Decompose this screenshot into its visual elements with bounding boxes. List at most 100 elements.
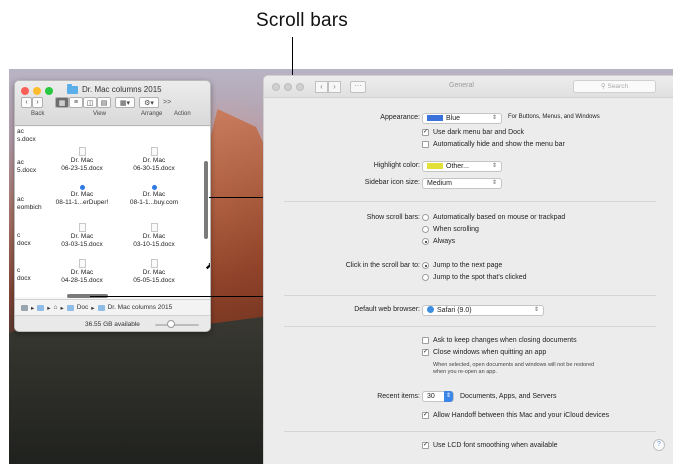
finder-title: Dr. Mac columns 2015 [67,83,162,94]
finder-window[interactable]: Dr. Mac columns 2015 ‹ › ▦ ≡ ◫ ▤ ▦▾ ⚙▾ >… [14,80,211,332]
click-scroll-label: Click in the scroll bar to: [345,262,420,269]
section-divider [284,295,656,296]
browser-value: Safari (9.0) [437,307,472,314]
partial-file[interactable]: ac 5.docx [17,159,36,175]
appearance-popup[interactable]: Blue ⇕ [422,113,502,124]
file-item[interactable]: Dr. Mac 08-1-1...buy.com [119,185,189,206]
default-browser-popup[interactable]: Safari (9.0) ⇕ [422,305,544,316]
appearance-label: Appearance: [380,114,420,121]
path-item-folder[interactable]: Dr. Mac columns 2015 [108,304,173,311]
partial-file[interactable]: ac eombich [17,196,42,212]
scroll-option-automatic: Automatically based on mouse or trackpad [433,214,566,221]
document-icon [78,259,86,268]
file-item[interactable]: Dr. Mac 08-11-1...erDuper! [47,185,117,206]
ask-keep-label: Ask to keep changes when closing documen… [433,337,577,344]
ask-keep-checkbox[interactable] [422,337,429,344]
close-windows-checkbox[interactable]: ✓ [422,349,429,356]
click-option-spot: Jump to the spot that's clicked [433,274,527,281]
lcd-label: Use LCD font smoothing when available [433,442,558,449]
popup-arrows-icon: ⇕ [491,180,497,186]
highlight-popup[interactable]: Other... ⇕ [422,161,502,172]
radio-jump-to-spot[interactable] [422,274,429,281]
scroll-option-when-scrolling: When scrolling [433,226,479,233]
general-preferences-window[interactable]: ‹ › ⋯ General ⚲ Search Appearance: Blue … [263,75,673,464]
minimize-button[interactable] [33,87,41,95]
zoom-button[interactable] [45,87,53,95]
partial-file[interactable]: c docx [17,267,31,283]
lcd-checkbox[interactable]: ✓ [422,442,429,449]
toolbar-label-view: View [93,111,106,117]
folder-icon[interactable] [37,304,45,311]
forward-button[interactable]: › [32,97,43,108]
sidebar-size-popup[interactable]: Medium ⇕ [422,178,502,189]
appearance-swatch [427,115,443,121]
radio-scroll-automatic[interactable] [422,214,429,221]
status-dot-icon [79,185,85,190]
sidebar-size-label: Sidebar icon size: [364,179,420,186]
document-icon [78,223,86,232]
radio-scroll-always[interactable] [422,238,429,245]
close-button[interactable] [272,83,280,91]
prefs-titlebar[interactable]: ‹ › ⋯ General ⚲ Search [264,76,673,98]
radio-scroll-when-scrolling[interactable] [422,226,429,233]
partial-file[interactable]: c docx [17,232,31,248]
action-gear-button[interactable]: ⚙▾ [139,97,159,108]
close-button[interactable] [21,87,29,95]
help-button[interactable]: ? [653,439,665,451]
radio-jump-next-page[interactable] [422,262,429,269]
finder-toolbar: ‹ › ▦ ≡ ◫ ▤ ▦▾ ⚙▾ >> [21,97,171,108]
toolbar-overflow-icon[interactable]: >> [163,99,171,106]
folder-icon[interactable] [66,304,74,311]
icon-size-slider[interactable] [155,324,199,326]
folder-icon [67,83,78,94]
finder-file-area[interactable]: ac s.docx ac 5.docx ac eombich c docx c docx … [15,127,210,297]
search-field[interactable]: ⚲ Search [573,80,656,93]
popup-arrows-icon: ⇕ [491,115,497,121]
forward-button[interactable]: › [328,81,341,93]
file-item[interactable]: Dr. Mac 03-10-15.docx [119,223,189,248]
status-dot-icon [151,185,157,190]
zoom-button[interactable] [296,83,304,91]
stepper-arrows-icon: ⇕ [444,391,453,402]
back-button[interactable]: ‹ [21,97,32,108]
back-button[interactable]: ‹ [315,81,328,93]
handoff-checkbox[interactable]: ✓ [422,412,429,419]
document-icon [78,147,86,156]
partial-file[interactable]: ac s.docx [17,128,36,144]
safari-icon [427,306,434,313]
sidebar-size-value: Medium [427,180,452,187]
prefs-title: General [449,82,474,89]
file-item[interactable]: Dr. Mac 06-30-15.docx [119,147,189,172]
column-view-button[interactable]: ◫ [83,97,97,108]
path-item-doc[interactable]: Doc [77,304,89,311]
recent-items-popup[interactable]: 30 ⇕ [422,391,454,402]
vertical-scrollbar[interactable] [204,161,208,239]
highlight-swatch [427,163,443,169]
appearance-note: For Buttons, Menus, and Windows [508,114,600,120]
icon-size-slider-knob[interactable] [167,320,175,328]
drive-icon[interactable] [21,304,28,311]
minimize-button[interactable] [284,83,292,91]
file-item[interactable]: Dr. Mac 04-28-15.docx [47,259,117,284]
file-item[interactable]: Dr. Mac 03-03-15.docx [47,223,117,248]
arrange-button[interactable]: ▦▾ [115,97,135,108]
home-icon[interactable]: ⌂ [54,304,58,311]
screenshot-stage: Scroll bars Dr. Mac columns 2015 ‹ › ▦ ≡… [0,0,673,464]
show-all-grid-icon[interactable]: ⋯ [350,81,366,93]
coverflow-view-button[interactable]: ▤ [97,97,111,108]
list-view-button[interactable]: ≡ [69,97,83,108]
finder-titlebar[interactable]: Dr. Mac columns 2015 ‹ › ▦ ≡ ◫ ▤ ▦▾ ⚙▾ >… [15,81,210,126]
highlight-value: Other... [446,163,469,170]
dark-menu-checkbox[interactable]: ✓ [422,129,429,136]
search-placeholder: Search [607,83,629,90]
browser-label: Default web browser: [354,306,420,313]
icon-view-button[interactable]: ▦ [55,97,69,108]
folder-icon[interactable] [97,304,105,311]
auto-hide-checkbox[interactable] [422,141,429,148]
section-divider [284,326,656,327]
file-item[interactable]: Dr. Mac 05-05-15.docx [119,259,189,284]
section-divider [284,201,656,202]
path-bar: ▸ ▸ ⌂ ▸ Doc ▸ Dr. Mac columns 2015 [15,299,210,315]
document-icon [150,259,158,268]
file-item[interactable]: Dr. Mac 06-23-15.docx [47,147,117,172]
